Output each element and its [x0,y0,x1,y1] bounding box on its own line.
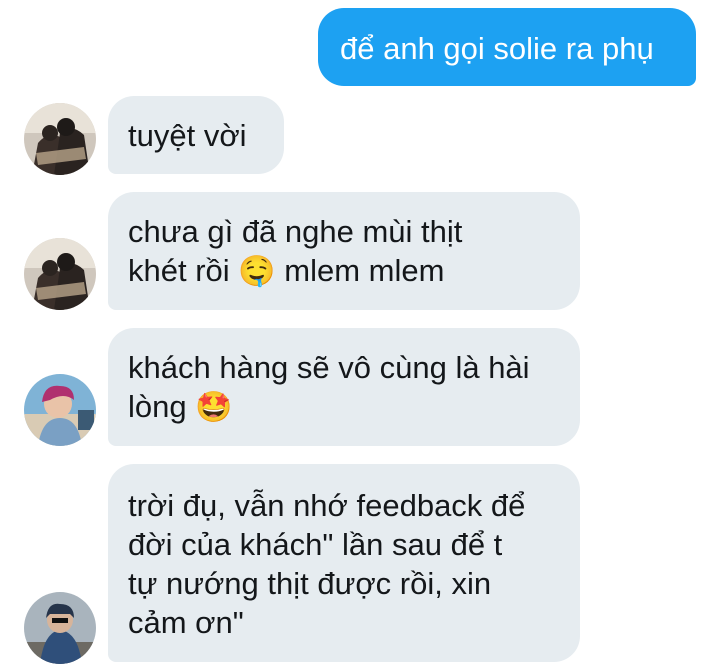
star-struck-emoji: 🤩 [195,390,233,425]
message-text-line: trời đụ, vẫn nhớ feedback để [128,488,526,523]
message-bubble-received[interactable]: tuyệt vời [108,96,284,174]
message-text-line: tự nướng thịt được rồi, xin [128,566,492,601]
user-avatar-icon [24,238,96,310]
message-text-line: khách hàng sẽ vô cùng là hài [128,350,530,385]
drooling-face-emoji: 🤤 [238,254,276,289]
message-bubble-received[interactable]: khách hàng sẽ vô cùng là hài lòng 🤩 [108,328,580,446]
user-avatar-icon [24,374,96,446]
message-text-line: khét rồi 🤤 mlem mlem [128,253,445,289]
avatar[interactable] [24,592,96,664]
message-text-line: lòng 🤩 [128,389,233,425]
user-avatar-icon [24,103,96,175]
user-avatar-icon [24,592,96,664]
message-text-line: chưa gì đã nghe mùi thịt [128,214,463,249]
message-text-line: cảm ơn" [128,605,244,640]
message-text: tuyệt vời [128,118,247,153]
message-bubble-received[interactable]: chưa gì đã nghe mùi thịt khét rồi 🤤 mlem… [108,192,580,310]
message-text: để anh gọi solie ra phụ [340,31,654,66]
message-text-line: đời của khách" lần sau để t [128,527,503,562]
message-bubble-sent[interactable]: để anh gọi solie ra phụ [318,8,696,86]
message-bubble-received[interactable]: trời đụ, vẫn nhớ feedback để đời của khá… [108,464,580,662]
avatar[interactable] [24,374,96,446]
avatar[interactable] [24,103,96,175]
avatar[interactable] [24,238,96,310]
